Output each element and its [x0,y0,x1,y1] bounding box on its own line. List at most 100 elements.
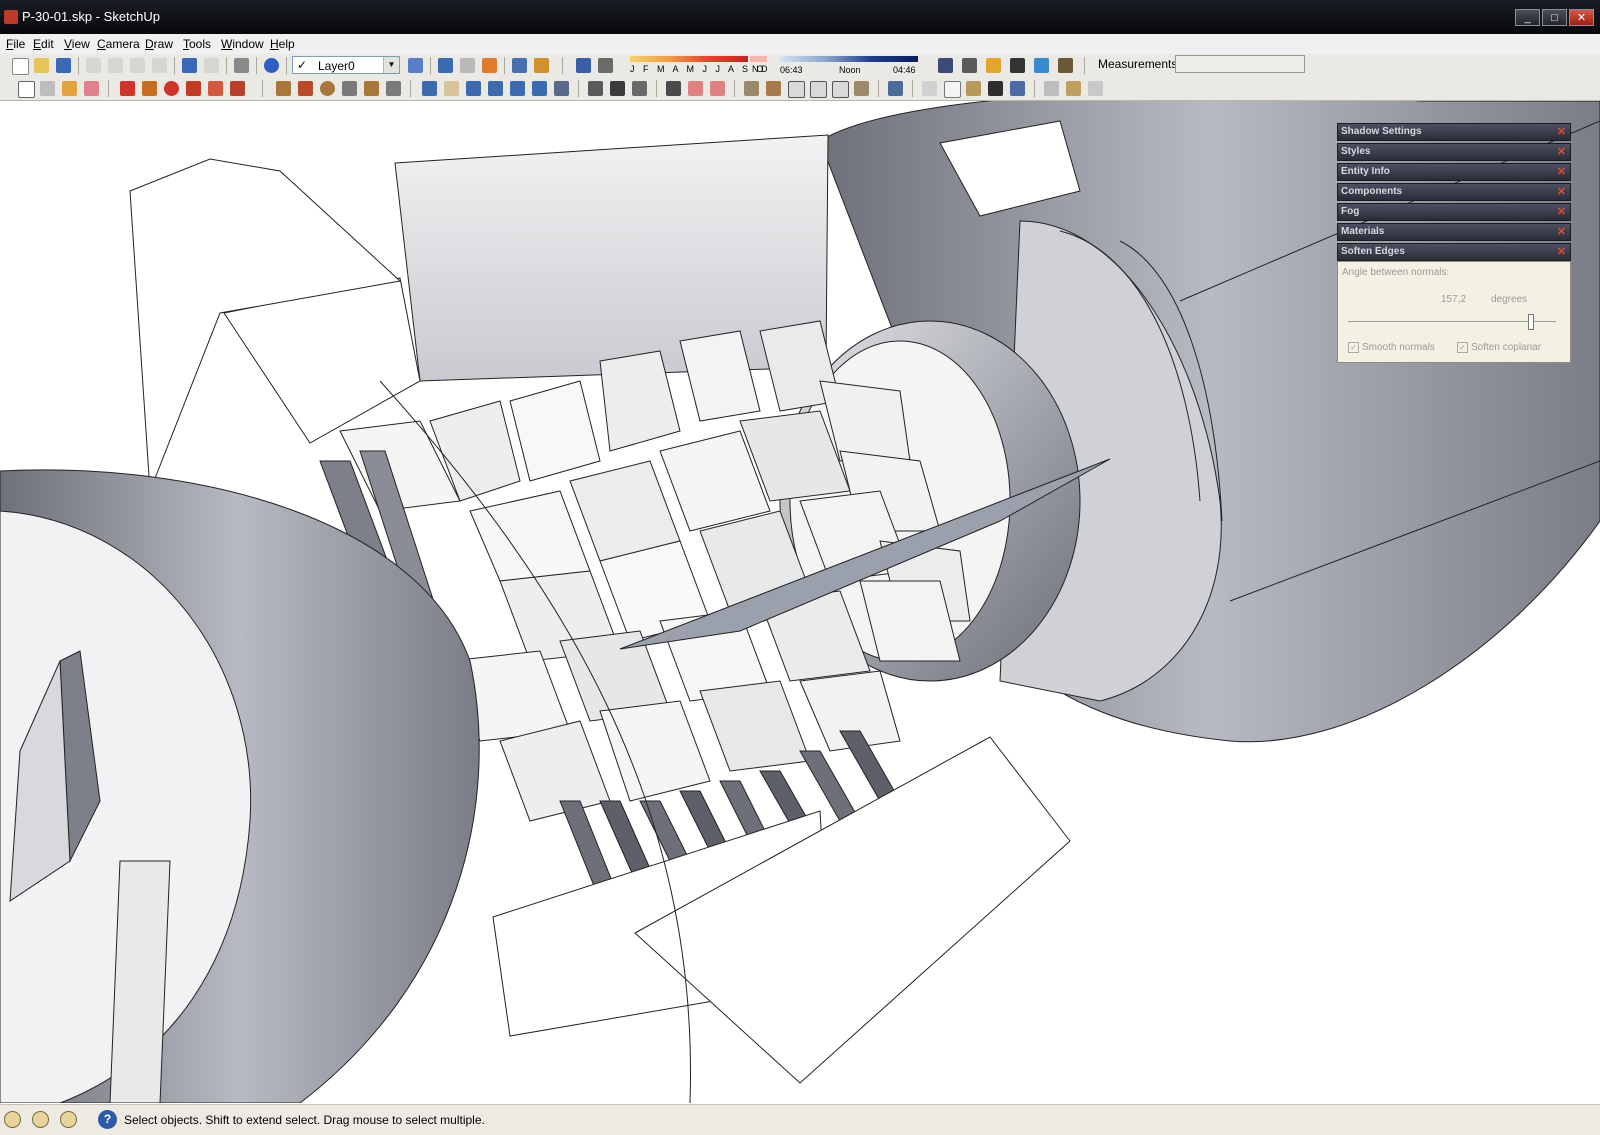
left-view-icon[interactable] [854,81,869,96]
zoom-window-icon[interactable] [488,81,503,96]
polygon-icon[interactable] [364,81,379,96]
right-view-icon[interactable] [810,81,827,98]
time-slider[interactable] [780,56,918,62]
model-info-icon[interactable] [264,58,279,73]
angle-slider-track[interactable] [1348,321,1556,322]
google-earth-icon[interactable] [482,58,497,73]
shaded-icon[interactable] [966,81,981,96]
copyright-status-icon[interactable] [60,1111,77,1128]
dimension-icon[interactable] [1066,81,1081,96]
look-around-icon[interactable] [632,81,647,96]
tray-soften-edges[interactable]: Soften Edges ✕ [1337,243,1571,261]
tape-measure-icon[interactable] [1044,81,1059,96]
follow-me-icon[interactable] [186,81,201,96]
credits-status-icon[interactable] [32,1111,49,1128]
measurements-box[interactable] [1175,55,1305,73]
zoom-icon[interactable] [466,81,481,96]
geo-location-icon[interactable] [534,58,549,73]
tray-entity-info[interactable]: Entity Info ✕ [1337,163,1571,181]
close-icon[interactable]: ✕ [1557,245,1566,258]
layer-manager-icon[interactable] [408,58,423,73]
open-folder-icon[interactable] [34,58,49,73]
orbit-icon[interactable] [422,81,437,96]
copy-icon[interactable] [108,58,123,73]
display-shadows-icon[interactable] [598,58,613,73]
menu-tools[interactable]: Tools [183,37,211,51]
restore-button[interactable]: □ [1542,9,1567,26]
iso-view-icon[interactable] [744,81,759,96]
close-button[interactable]: ✕ [1569,9,1594,26]
tray-materials[interactable]: Materials ✕ [1337,223,1571,241]
protractor-icon[interactable] [1088,81,1103,96]
menu-view[interactable]: View [64,37,90,51]
offset-icon[interactable] [230,81,245,96]
section-display-icon[interactable] [688,81,703,96]
close-icon[interactable]: ✕ [1557,125,1566,138]
sketchup-app-icon[interactable] [4,10,18,24]
erase-icon[interactable] [152,58,167,73]
hidden-line-icon[interactable] [944,81,961,98]
undo-icon[interactable] [182,58,197,73]
fog-icon[interactable] [938,58,953,73]
previous-view-icon[interactable] [510,81,525,96]
eraser-icon[interactable] [84,81,99,96]
circle-icon[interactable] [320,81,335,96]
print-icon[interactable] [234,58,249,73]
angle-slider-thumb[interactable] [1527,314,1534,330]
new-file-icon[interactable] [12,58,29,75]
section-cut-icon[interactable] [710,81,725,96]
shaded-textures-icon[interactable] [988,81,1003,96]
paint-bucket-icon[interactable] [62,81,77,96]
push-pull-icon[interactable] [142,81,157,96]
close-icon[interactable]: ✕ [1557,165,1566,178]
pencil-icon[interactable] [986,58,1001,73]
close-icon[interactable]: ✕ [1557,145,1566,158]
close-icon[interactable]: ✕ [1557,205,1566,218]
monochrome-icon[interactable] [1010,81,1025,96]
make-component-icon[interactable] [40,81,55,96]
tray-fog[interactable]: Fog ✕ [1337,203,1571,221]
axes-icon[interactable] [1034,58,1049,73]
help-icon[interactable]: ? [98,1110,117,1129]
layer-dropdown[interactable]: ✓ Layer0 ▼ [292,56,400,74]
top-view-icon[interactable] [766,81,781,96]
scale-icon[interactable] [208,81,223,96]
month-slider-end[interactable] [750,56,767,62]
tray-components[interactable]: Components ✕ [1337,183,1571,201]
section-icon[interactable] [666,81,681,96]
save-icon[interactable] [56,58,71,73]
close-icon[interactable]: ✕ [1557,225,1566,238]
smooth-normals-checkbox[interactable]: ✓ Smooth normals [1348,342,1435,353]
redo-icon[interactable] [204,58,219,73]
xray-icon[interactable] [888,81,903,96]
menu-edit[interactable]: Edit [33,37,54,51]
select-arrow-icon[interactable] [18,81,35,98]
menu-window[interactable]: Window [221,37,264,51]
menu-draw[interactable]: Draw [145,37,173,51]
menu-camera[interactable]: Camera [97,37,140,51]
soften-coplanar-checkbox[interactable]: ✓ Soften coplanar [1457,342,1541,353]
month-slider[interactable]: J F M A M J J A S O [630,56,764,76]
tray-styles[interactable]: Styles ✕ [1337,143,1571,161]
freehand-icon[interactable] [386,81,401,96]
back-view-icon[interactable] [832,81,849,98]
front-view-icon[interactable] [788,81,805,98]
cut-icon[interactable] [86,58,101,73]
get-photo-texture-icon[interactable] [512,58,527,73]
get-models-icon[interactable] [438,58,453,73]
section-plane-icon[interactable] [962,58,977,73]
arc-icon[interactable] [342,81,357,96]
rectangle-icon[interactable] [276,81,291,96]
dropdown-arrow-icon[interactable]: ▼ [383,57,399,73]
pan-icon[interactable] [444,81,459,96]
next-view-icon[interactable] [532,81,547,96]
3d-text-icon[interactable] [1058,58,1073,73]
paste-icon[interactable] [130,58,145,73]
line-icon[interactable] [298,81,313,96]
menu-help[interactable]: Help [270,37,295,51]
rotate-icon[interactable] [164,81,179,96]
geo-location-status-icon[interactable] [4,1111,21,1128]
tray-shadow-settings[interactable]: Shadow Settings ✕ [1337,123,1571,141]
walk-icon[interactable] [610,81,625,96]
shadow-settings-icon[interactable] [576,58,591,73]
